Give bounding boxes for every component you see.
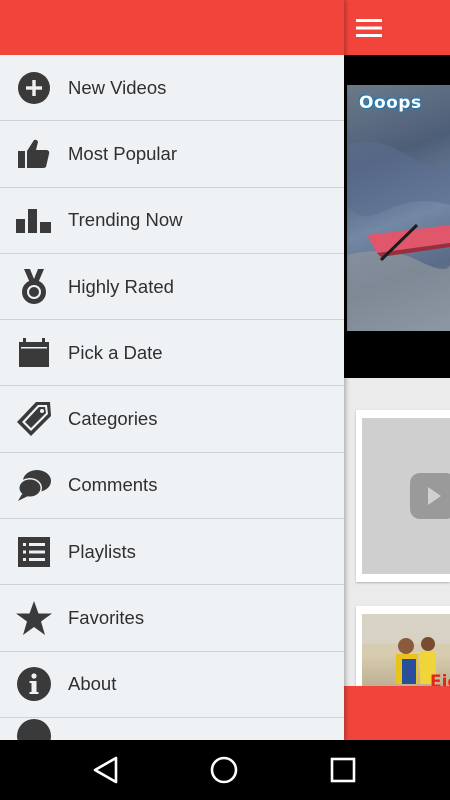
tag-icon (16, 401, 52, 437)
recents-button[interactable] (323, 750, 363, 790)
nav-item-comments[interactable]: Comments (0, 453, 344, 520)
back-triangle-icon (93, 756, 118, 784)
nav-item-most-popular[interactable]: Most Popular (0, 121, 344, 188)
recents-square-icon (330, 757, 356, 783)
add-circle-icon (16, 70, 52, 106)
nav-item-categories[interactable]: Categories (0, 386, 344, 453)
star-icon (16, 600, 52, 636)
nav-item-label: Trending Now (68, 209, 183, 231)
video-player[interactable]: Ooops (344, 55, 450, 378)
nav-item-label: Playlists (68, 540, 136, 562)
video-card[interactable] (356, 410, 450, 582)
nav-item-label: Pick a Date (68, 341, 163, 363)
video-overlay-text: Ooops (359, 93, 422, 113)
nav-item-label: Categories (68, 408, 158, 430)
nav-item-trending-now[interactable]: Trending Now (0, 188, 344, 254)
nav-item-label: Favorites (68, 607, 145, 629)
home-circle-icon (210, 756, 238, 784)
calendar-icon (16, 335, 52, 371)
app-screen: Ooops Ei New Videos Most Popular Trendin… (0, 0, 450, 800)
menu-button[interactable] (344, 0, 394, 55)
play-placeholder-icon (410, 473, 450, 519)
nav-item-label: Comments (68, 474, 158, 496)
video-thumbnail: Eic (362, 614, 450, 694)
back-button[interactable] (86, 750, 126, 790)
nav-item-favorites[interactable]: Favorites (0, 585, 344, 652)
video-thumbnail-placeholder (362, 418, 450, 574)
nav-item-label: New Videos (68, 76, 167, 98)
list-icon (16, 534, 52, 570)
bar-chart-icon (16, 202, 52, 238)
system-navigation-bar (0, 740, 450, 800)
nav-item-more[interactable] (0, 718, 344, 740)
navigation-drawer: New Videos Most Popular Trending Now Hig… (0, 0, 344, 740)
ad-banner[interactable] (344, 686, 450, 740)
home-button[interactable] (204, 750, 244, 790)
info-icon (16, 666, 52, 702)
thumbs-up-icon (16, 136, 52, 172)
nav-item-new-videos[interactable]: New Videos (0, 55, 344, 122)
nav-item-playlists[interactable]: Playlists (0, 519, 344, 586)
video-thumbnail: Ooops (347, 85, 450, 331)
medal-icon (16, 268, 52, 305)
nav-item-label: Highly Rated (68, 275, 174, 297)
circle-icon (16, 718, 52, 740)
hamburger-icon (356, 18, 382, 37)
nav-item-pick-a-date[interactable]: Pick a Date (0, 320, 344, 387)
nav-item-highly-rated[interactable]: Highly Rated (0, 254, 344, 321)
drawer-header (0, 0, 344, 55)
nav-item-about[interactable]: About (0, 652, 344, 718)
nav-item-label: About (68, 673, 117, 695)
nav-item-label: Most Popular (68, 142, 177, 164)
chat-bubbles-icon (16, 467, 52, 503)
